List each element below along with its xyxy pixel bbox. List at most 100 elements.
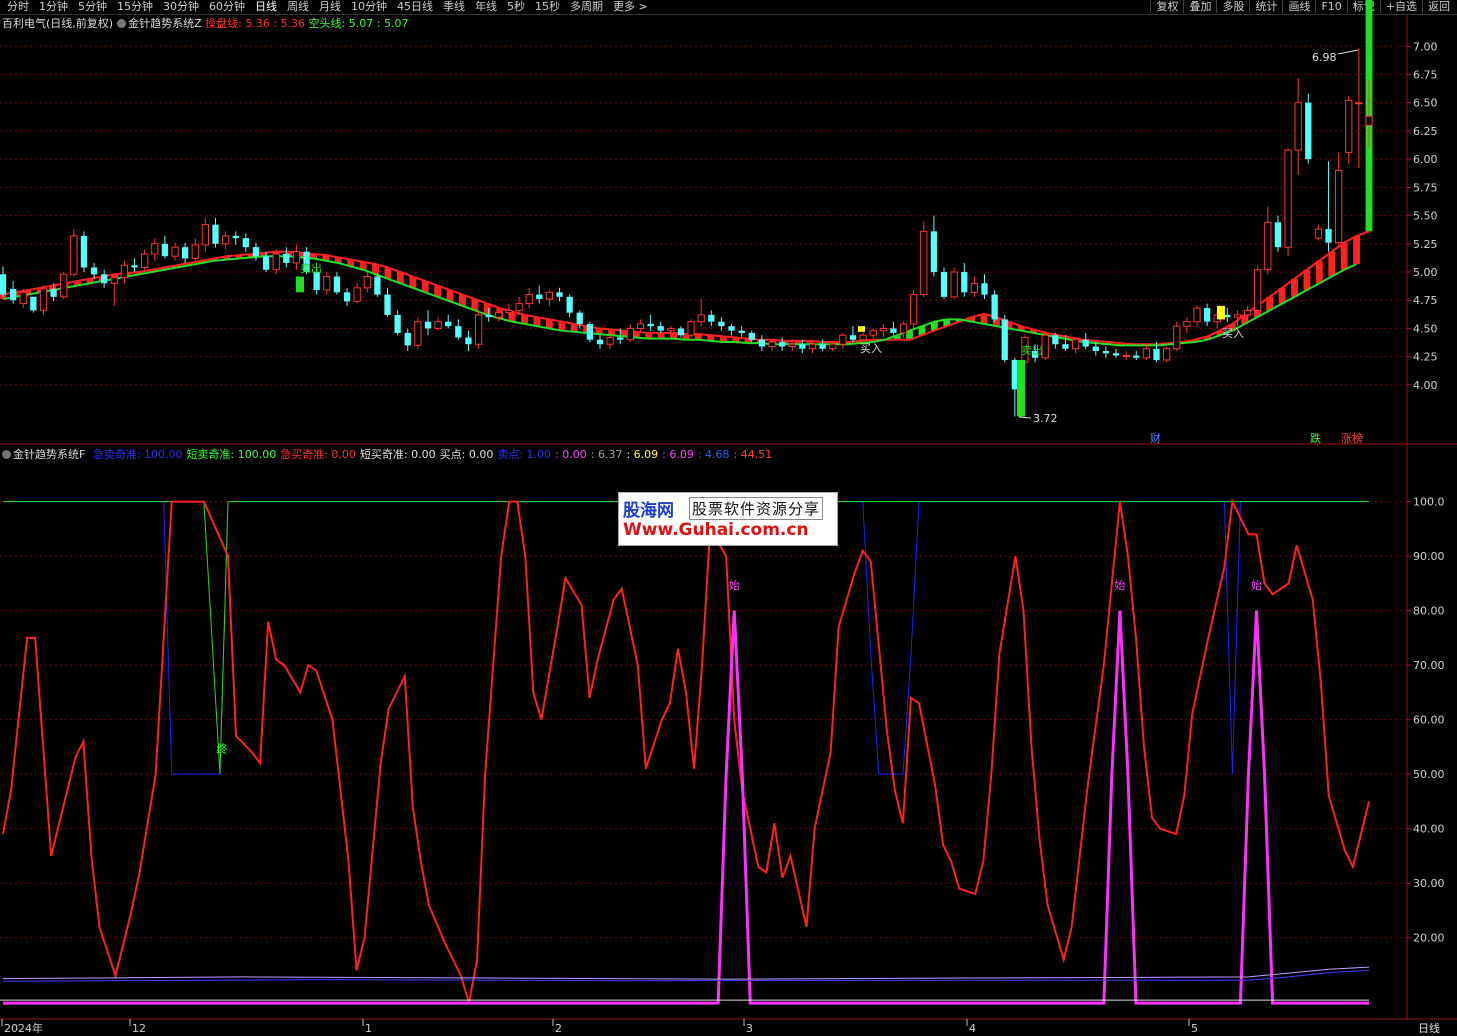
- candle-body-38: [384, 294, 391, 315]
- candle-body-121: [1224, 314, 1231, 318]
- candle-body-110: [1112, 353, 1120, 356]
- candle-body-115: [1162, 348, 1171, 361]
- candle-body-75: [758, 339, 766, 347]
- candle-body-5: [50, 288, 57, 297]
- x-tick-label-1: 12: [132, 1022, 146, 1035]
- candle-body-96: [970, 282, 979, 293]
- candle-body-94: [950, 271, 958, 298]
- candle-body-93: [940, 272, 948, 297]
- x-tick-label-4: 3: [746, 1022, 753, 1035]
- candle-body-125: [1264, 221, 1272, 271]
- candle-body-55: [556, 292, 563, 297]
- candle-body-23: [232, 235, 239, 239]
- candle-body-10: [101, 274, 108, 284]
- y-tick-label-main-10: 4.50: [1413, 322, 1438, 335]
- candle-body-52: [525, 294, 533, 305]
- x-tick-label-5: 4: [969, 1022, 976, 1035]
- candle-body-134: [1355, 102, 1363, 105]
- candle-body-128: [1294, 102, 1302, 151]
- candle-body-1: [9, 288, 17, 301]
- candle-body-32: [323, 276, 331, 291]
- candle-body-8: [80, 235, 88, 268]
- start-mark-0: 始: [729, 578, 740, 592]
- candle-body-82: [829, 343, 837, 350]
- candle-body-95: [961, 272, 968, 293]
- candle-body-49: [495, 312, 503, 318]
- candle-body-112: [1133, 355, 1140, 358]
- candle-body-57: [576, 312, 583, 324]
- candle-body-133: [1345, 99, 1353, 153]
- candle-body-85: [859, 334, 867, 341]
- low-arrow: [1018, 416, 1032, 419]
- candle-body-28: [283, 253, 290, 263]
- candle-body-60: [606, 336, 614, 345]
- candle-body-62: [626, 327, 634, 341]
- candle-body-36: [363, 276, 371, 289]
- candle-body-111: [1122, 355, 1130, 358]
- y-tick-label-main-8: 5.00: [1413, 266, 1438, 279]
- candle-body-50: [505, 309, 513, 314]
- candle-body-84: [849, 335, 857, 340]
- candle-body-47: [474, 314, 483, 345]
- candle-body-114: [1153, 348, 1160, 361]
- candle-body-105: [1062, 344, 1069, 349]
- candle-body-0: [0, 274, 7, 295]
- candle-body-104: [1052, 335, 1059, 345]
- candle-body-54: [545, 291, 554, 300]
- candle-body-88: [890, 328, 897, 333]
- y-tick-label-sub-5: 50.00: [1413, 768, 1445, 781]
- watermark-line1b: 股票软件资源分享: [689, 497, 824, 520]
- y-tick-label-main-12: 4.00: [1413, 379, 1438, 392]
- candle-body-123: [1243, 309, 1252, 316]
- candle-body-77: [778, 341, 786, 347]
- candle-body-135: [1365, 115, 1373, 126]
- y-tick-label-main-11: 4.25: [1413, 351, 1438, 364]
- candle-body-130: [1314, 228, 1323, 239]
- candle-body-24: [242, 238, 249, 248]
- caopan-line: [2, 230, 1370, 346]
- candle-body-46: [465, 337, 472, 345]
- candle-body-35: [353, 287, 361, 302]
- candle-body-131: [1325, 229, 1332, 243]
- y-tick-label-main-7: 5.25: [1413, 238, 1438, 251]
- y-tick-label-main-3: 6.25: [1413, 125, 1438, 138]
- candle-body-45: [455, 326, 462, 338]
- candle-body-20: [201, 224, 210, 246]
- candle-body-79: [799, 344, 806, 349]
- candle-body-122: [1233, 314, 1242, 318]
- candle-body-90: [910, 294, 918, 325]
- end-mark: 终: [216, 741, 227, 755]
- y-tick-label-sub-4: 60.00: [1413, 714, 1445, 727]
- candle-body-4: [39, 288, 48, 311]
- candle-body-127: [1284, 149, 1292, 248]
- candle-body-67: [677, 328, 685, 336]
- y-tick-label-sub-3: 70.00: [1413, 659, 1445, 672]
- buy-label-1: 买入: [860, 342, 882, 355]
- candle-body-109: [1102, 351, 1110, 354]
- candle-body-71: [718, 321, 725, 327]
- sub-series-5: [2, 969, 1370, 982]
- sell-bar-1: [296, 276, 304, 293]
- candle-body-7: [70, 235, 78, 275]
- candle-body-6: [60, 273, 68, 298]
- candle-body-78: [788, 343, 796, 347]
- candle-body-25: [252, 247, 260, 257]
- candle-body-22: [221, 235, 230, 245]
- start-mark-2: 始: [1251, 578, 1262, 592]
- candle-body-39: [394, 314, 401, 333]
- x-tick-label-6: 5: [1191, 1022, 1198, 1035]
- candle-body-119: [1203, 308, 1211, 322]
- candle-body-72: [728, 326, 735, 331]
- candle-body-91: [920, 230, 928, 296]
- candle-body-42: [424, 321, 432, 329]
- x-tick-label-3: 2: [555, 1022, 562, 1035]
- tag-zhangbang: 涨榜: [1341, 431, 1363, 445]
- y-tick-label-main-0: 7.00: [1413, 40, 1438, 53]
- candle-body-92: [930, 231, 938, 272]
- y-tick-label-main-5: 5.75: [1413, 181, 1438, 194]
- y-tick-label-sub-7: 30.00: [1413, 877, 1445, 890]
- candle-body-59: [596, 339, 604, 345]
- candle-body-53: [536, 294, 543, 300]
- candle-body-29: [292, 251, 301, 264]
- watermark-logo: 股海网 股票软件资源分享 Www.Guhai.com.cn: [618, 492, 838, 546]
